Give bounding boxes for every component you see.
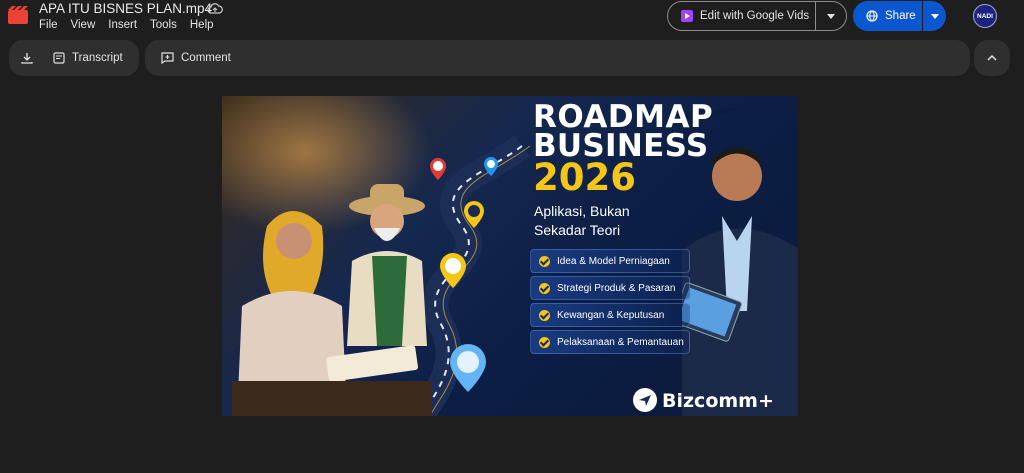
edit-with-vids-button[interactable]: Edit with Google Vids (667, 1, 847, 31)
calculator-pin-icon (450, 344, 486, 392)
google-vids-icon (681, 10, 693, 22)
add-comment-icon (161, 52, 174, 64)
check-icon (539, 309, 550, 321)
list-item: Pelaksanaan & Pemantauan (530, 330, 690, 354)
transcript-label: Transcript (72, 52, 123, 64)
edit-with-vids-label: Edit with Google Vids (700, 10, 810, 22)
menu-tools[interactable]: Tools (150, 19, 184, 31)
comment-label: Comment (181, 52, 231, 64)
menu-insert[interactable]: Insert (108, 19, 144, 31)
video-file-icon (8, 6, 28, 24)
list-item-label: Strategi Produk & Pasaran (557, 282, 676, 294)
document-title[interactable]: APA ITU BISNES PLAN.mp4 (39, 1, 212, 16)
check-icon (539, 336, 550, 348)
list-item: Idea & Model Perniagaan (530, 249, 690, 273)
top-bar: APA ITU BISNES PLAN.mp4 File View Insert… (0, 0, 1024, 36)
chevron-up-icon (987, 54, 997, 61)
list-item: Strategi Produk & Pasaran (530, 276, 690, 300)
businessman-illustration (682, 147, 798, 416)
brand-name: Bizcomm+ (662, 390, 774, 412)
list-item-label: Pelaksanaan & Pemantauan (557, 336, 684, 348)
share-button[interactable]: Share (853, 1, 946, 31)
menu-file[interactable]: File (39, 19, 65, 31)
list-item-label: Kewangan & Keputusan (557, 309, 665, 321)
chevron-down-icon (827, 13, 836, 19)
transcript-icon (53, 52, 65, 64)
menu-bar: File View Insert Tools Help (39, 19, 227, 31)
menu-view[interactable]: View (71, 19, 103, 31)
chart-pin-icon (430, 158, 446, 180)
hero-year: 2026 (533, 156, 636, 199)
chevron-down-icon (930, 13, 939, 19)
check-icon (539, 255, 550, 267)
toolbar-main: Comment (145, 40, 970, 76)
share-label: Share (885, 10, 916, 22)
topics-checklist: Idea & Model Perniagaan Strategi Produk … (530, 249, 690, 357)
hero-subtitle: Aplikasi, Bukan Sekadar Teori (534, 203, 630, 238)
list-item: Kewangan & Keputusan (530, 303, 690, 327)
toolbar-left: Transcript (9, 40, 139, 76)
collapse-toolbar-button[interactable] (974, 40, 1010, 76)
check-icon (539, 282, 550, 294)
video-preview[interactable]: BizComm+ ROADMAP BUSINESS 2026 Aplikasi,… (222, 96, 798, 416)
share-dropdown[interactable] (923, 13, 946, 19)
list-item-label: Idea & Model Perniagaan (557, 255, 670, 267)
avatar[interactable]: NADI (973, 4, 997, 28)
bizcomm-logo-icon (633, 388, 657, 412)
comment-button[interactable]: Comment (145, 52, 231, 64)
cloud-saved-icon[interactable] (207, 1, 223, 17)
menu-help[interactable]: Help (190, 19, 221, 31)
globe-icon (866, 10, 878, 22)
share-main[interactable]: Share (853, 1, 923, 31)
transcript-button[interactable]: Transcript (53, 52, 123, 64)
entrepreneurs-illustration (232, 184, 432, 416)
edit-with-vids-dropdown[interactable] (816, 2, 846, 30)
download-icon[interactable] (21, 52, 33, 64)
edit-with-vids-main[interactable]: Edit with Google Vids (668, 2, 817, 30)
